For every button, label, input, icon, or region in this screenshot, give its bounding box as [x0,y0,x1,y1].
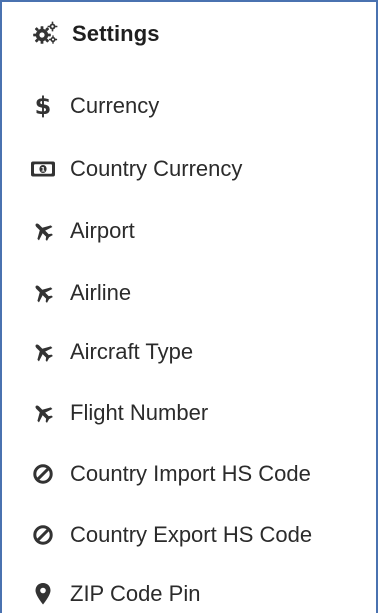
menu-item-label: Country Import HS Code [70,461,311,486]
menu-item-currency[interactable]: $ Currency [30,86,160,126]
settings-sidebar-panel: Settings $ Currency 1 Country Currency A… [0,0,378,613]
money-bill-icon: 1 [30,156,56,182]
plane-icon [30,400,56,426]
menu-item-airport[interactable]: Airport [30,211,135,251]
ban-icon [30,461,56,487]
plane-icon [30,339,56,365]
menu-item-label: Flight Number [70,400,209,425]
dollar-icon: $ [34,92,52,120]
menu-item-label: Currency [70,93,160,118]
menu-item-country-currency[interactable]: 1 Country Currency [30,149,242,189]
page-title: Settings [72,21,160,46]
svg-text:1: 1 [41,165,46,173]
menu-item-flight-number[interactable]: Flight Number [30,393,208,433]
menu-item-label: Airport [70,218,135,243]
menu-item-label: ZIP Code Pin [70,581,201,606]
menu-item-country-export-hs-code[interactable]: Country Export HS Code [30,515,312,555]
settings-header[interactable]: Settings [32,12,160,56]
plane-icon [30,218,56,244]
gears-icon [32,21,58,47]
menu-item-label: Country Currency [70,156,243,181]
plane-icon [30,280,56,306]
menu-item-country-import-hs-code[interactable]: Country Import HS Code [30,454,311,494]
menu-item-label: Aircraft Type [70,339,194,364]
menu-item-label: Airline [70,280,132,305]
ban-icon [30,522,56,548]
menu-item-zip-code-pin[interactable]: ZIP Code Pin [30,574,200,613]
menu-item-aircraft-type[interactable]: Aircraft Type [30,332,193,372]
map-marker-icon [30,581,56,607]
menu-item-airline[interactable]: Airline [30,273,131,313]
menu-item-label: Country Export HS Code [70,522,313,547]
